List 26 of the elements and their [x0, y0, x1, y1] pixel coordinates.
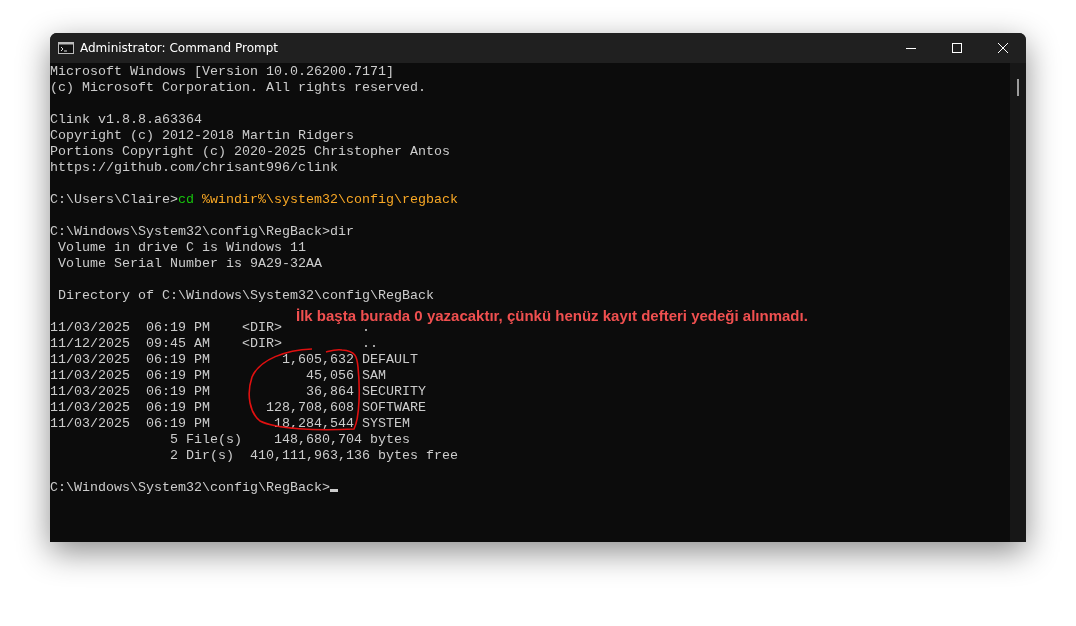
- console-line: Volume in drive C is Windows 11: [57, 240, 306, 256]
- console-line: (c) Microsoft Corporation. All rights reserved.: [50, 80, 426, 96]
- console-line: Clink v1.8.8.a63364: [50, 112, 202, 128]
- console-line: 11/12/2025 09:45 AM <DIR> ..: [50, 336, 378, 352]
- console-line: 11/03/2025 06:19 PM 1,605,632 DEFAULT: [50, 352, 418, 368]
- window-title: Administrator: Command Prompt: [80, 41, 278, 55]
- close-icon: [998, 43, 1008, 53]
- console-line: C:\Users\Claire>cd %windir%\system32\config\regback: [50, 192, 458, 208]
- console-line: https://github.com/chrisant996/clink: [50, 160, 338, 176]
- console-line: 11/03/2025 06:19 PM 128,708,608 SOFTWARE: [50, 400, 426, 416]
- console-line: C:\Windows\System32\config\RegBack>dir: [50, 224, 354, 240]
- console-line: 11/03/2025 06:19 PM 45,056 SAM: [50, 368, 386, 384]
- console-line: Volume Serial Number is 9A29-32AA: [57, 256, 322, 272]
- console-line: Microsoft Windows [Version 10.0.26200.7171]: [50, 64, 394, 80]
- console-line: Portions Copyright (c) 2020-2025 Christopher Antos: [50, 144, 450, 160]
- console-line: Copyright (c) 2012-2018 Martin Ridgers: [50, 128, 354, 144]
- console-line: 11/03/2025 06:19 PM 36,864 SECURITY: [50, 384, 426, 400]
- console-prompt: C:\Windows\System32\config\RegBack>: [50, 480, 330, 496]
- console-line: 5 File(s) 148,680,704 bytes: [168, 432, 410, 448]
- text-cursor: [329, 489, 338, 492]
- scrollbar[interactable]: [1010, 63, 1026, 542]
- console-line: 2 Dir(s) 410,111,963,136 bytes free: [168, 448, 458, 464]
- maximize-icon: [952, 43, 962, 53]
- terminal-icon: [58, 42, 74, 54]
- console-line: Directory of C:\Windows\System32\config\RegBack: [57, 288, 434, 304]
- console-line: 11/03/2025 06:19 PM 18,284,544 SYSTEM: [50, 416, 410, 432]
